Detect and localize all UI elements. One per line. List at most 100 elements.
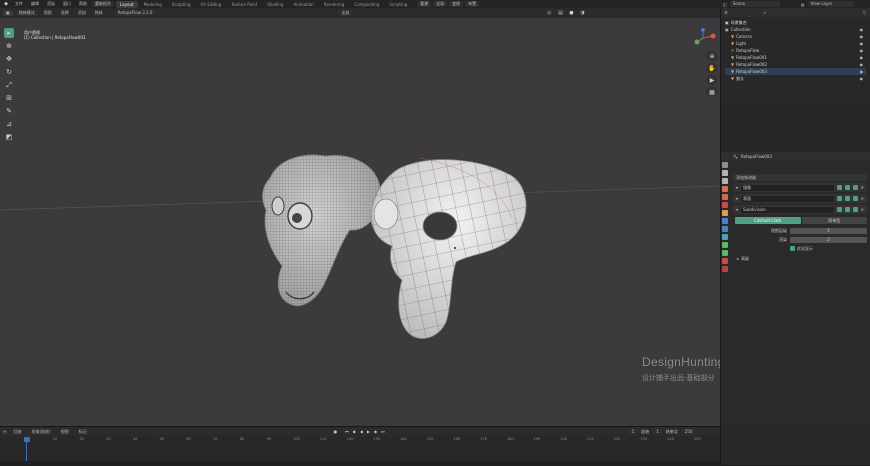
viewport-menu-add[interactable]: 添加: [75, 9, 89, 17]
pan-hand-icon[interactable]: ✋: [706, 63, 718, 73]
move-icon[interactable]: ✥: [4, 54, 14, 64]
visibility-eye-icon[interactable]: ◉: [860, 62, 864, 67]
visibility-eye-icon[interactable]: ◉: [860, 69, 864, 74]
workspace-tab-uv-editing[interactable]: UV Editing: [197, 1, 226, 8]
workspace-tab-modeling[interactable]: Modeling: [140, 1, 166, 8]
modifier-name-field[interactable]: 表面: [741, 195, 834, 202]
render-tab-icon[interactable]: [721, 170, 728, 176]
filter-icon[interactable]: ▽: [863, 10, 866, 15]
workspace-tab-compositing[interactable]: Compositing: [350, 1, 383, 8]
modifier-row[interactable]: ▾ 表面 ✕: [733, 194, 867, 203]
perspective-grid-icon[interactable]: ▦: [706, 87, 718, 97]
render-toggle-icon[interactable]: [852, 207, 858, 212]
editor-type-icon[interactable]: ▣: [3, 10, 13, 16]
xray-toggle-icon[interactable]: ▤: [556, 10, 564, 17]
outliner-item[interactable]: ▼ 猴头 ◉: [725, 75, 866, 82]
optimal-display-checkbox[interactable]: [790, 246, 795, 251]
menu-edit[interactable]: 编辑: [28, 0, 42, 8]
visibility-eye-icon[interactable]: ◉: [860, 27, 864, 32]
header-pill-global[interactable]: 全局: [433, 1, 448, 7]
render-toggle-icon[interactable]: [852, 196, 858, 201]
render-levels-field[interactable]: 2: [790, 236, 867, 243]
workspace-tab-layout[interactable]: Layout: [116, 0, 138, 8]
outliner-search-input[interactable]: ⌕: [760, 9, 801, 16]
visibility-eye-icon[interactable]: ◉: [860, 48, 864, 53]
modifier-row[interactable]: ▾ 镜像 ✕: [733, 183, 867, 192]
close-icon[interactable]: ✕: [861, 185, 864, 190]
outliner-item[interactable]: ▼ RetopoFlow ◉: [725, 47, 866, 54]
chevron-down-icon[interactable]: ▾: [736, 196, 738, 201]
view-layer-selector[interactable]: View Layer: [807, 1, 854, 7]
visibility-eye-icon[interactable]: ◉: [860, 55, 864, 60]
workspace-tab-rendering[interactable]: Rendering: [320, 1, 348, 8]
select-box-icon[interactable]: ▸: [4, 28, 14, 38]
visibility-eye-icon[interactable]: ◉: [860, 76, 864, 81]
outliner-item[interactable]: ▼ Light ◉: [725, 40, 866, 47]
zoom-icon[interactable]: ⊕: [706, 51, 718, 61]
menu-render[interactable]: 渲染: [44, 0, 58, 8]
workspace-tab-sculpting[interactable]: Sculpting: [168, 1, 195, 8]
outliner-item[interactable]: ▼ RetopoFlow001 ◉: [725, 54, 866, 61]
camera-view-icon[interactable]: ▶: [706, 75, 718, 85]
menu-help[interactable]: 帮助: [76, 0, 90, 8]
playhead[interactable]: [24, 437, 30, 442]
modifier-name-field[interactable]: Subdivision: [741, 206, 834, 213]
menu-window[interactable]: 窗口: [60, 0, 74, 8]
close-icon[interactable]: ✕: [861, 207, 864, 212]
viewport-toggle-icon[interactable]: [844, 196, 850, 201]
blender-logo-icon[interactable]: ◆: [2, 1, 10, 8]
rotate-icon[interactable]: ↻: [4, 67, 14, 77]
advanced-section[interactable]: ▸ 高级: [737, 255, 867, 262]
levels-viewport-field[interactable]: 1: [790, 227, 867, 234]
workspace-tab-texture-paint[interactable]: Texture Paint: [227, 1, 261, 8]
retopoflow-addon-button[interactable]: RetopoFlow 3.1.0: [114, 10, 156, 16]
edit-mode-toggle-icon[interactable]: [836, 185, 842, 190]
shading-material-icon[interactable]: ◑: [578, 10, 586, 17]
world-tab-icon[interactable]: [721, 202, 728, 208]
view-layer-tab-icon[interactable]: [721, 186, 728, 192]
navigation-gizmo[interactable]: [691, 28, 717, 48]
outliner-item[interactable]: ▼ RetopoFlow003 ◉: [725, 68, 866, 75]
scene-collection-row[interactable]: ▣ 场景集合: [725, 19, 866, 26]
chevron-down-icon[interactable]: ▾: [736, 207, 738, 212]
viewport-menu-view[interactable]: 视图: [41, 9, 55, 17]
scale-icon[interactable]: ⤢: [4, 80, 14, 90]
3d-viewport[interactable]: 用户透视 (1) Collection | RetopoFlow003 Desi…: [0, 18, 720, 426]
modifier-name-field[interactable]: 镜像: [741, 184, 834, 191]
outliner-item[interactable]: ▼ Camera ◉: [725, 33, 866, 40]
modifier-row[interactable]: ▾ Subdivision ✕: [733, 205, 867, 214]
tab-catmull-clark[interactable]: Catmull-Clark: [735, 217, 801, 224]
particles-tab-icon[interactable]: [721, 226, 728, 232]
object-tab-icon[interactable]: [721, 210, 728, 216]
visibility-eye-icon[interactable]: ◉: [860, 34, 864, 39]
menu-file[interactable]: 文件: [12, 0, 26, 8]
texture-tab-icon[interactable]: [721, 266, 728, 272]
outliner-item[interactable]: ▼ RetopoFlow002 ◉: [725, 61, 866, 68]
scene-tab-icon[interactable]: [721, 194, 728, 200]
transform-icon[interactable]: ⊞: [4, 93, 14, 103]
retopology-mode-pill[interactable]: 重新拓扑: [92, 1, 114, 7]
viewport-toggle-icon[interactable]: [844, 207, 850, 212]
header-pill-transform[interactable]: 变换: [449, 1, 464, 7]
viewport-menu-select[interactable]: 选择: [58, 9, 72, 17]
output-tab-icon[interactable]: [721, 178, 728, 184]
outliner-item[interactable]: ▣ Collection ◉: [725, 26, 866, 33]
add-modifier-dropdown[interactable]: 添加修改器: [733, 174, 867, 181]
annotate-icon[interactable]: ✎: [4, 106, 14, 116]
outliner-editor-icon[interactable]: ☰: [724, 10, 728, 15]
tab-simple[interactable]: 简单型: [801, 217, 867, 224]
measure-icon[interactable]: ⊿: [4, 119, 14, 129]
edit-mode-toggle-icon[interactable]: [836, 207, 842, 212]
header-pill-rebuild[interactable]: 重建: [417, 1, 432, 7]
viewport-menu-object[interactable]: 物体: [92, 9, 106, 17]
workspace-tab-shading[interactable]: Shading: [263, 1, 287, 8]
cursor-icon[interactable]: ⊕: [4, 41, 14, 51]
overlay-toggle-icon[interactable]: ◎: [545, 10, 553, 17]
close-icon[interactable]: ✕: [861, 196, 864, 201]
render-toggle-icon[interactable]: [852, 185, 858, 190]
modifier-tab-icon[interactable]: [721, 218, 728, 224]
constraints-tab-icon[interactable]: [721, 242, 728, 248]
viewport-toggle-icon[interactable]: [844, 185, 850, 190]
workspace-tab-animation[interactable]: Animation: [289, 1, 317, 8]
tool-tab-icon[interactable]: [721, 162, 728, 168]
